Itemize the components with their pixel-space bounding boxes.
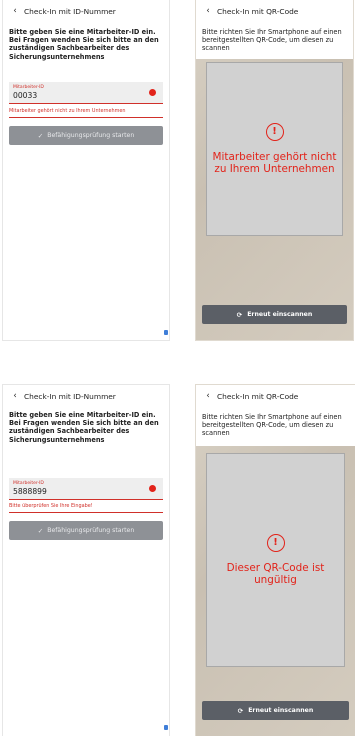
instructions-text: Bitte richten Sie Ihr Smartphone auf ein… bbox=[196, 22, 353, 59]
id-checkin-screen-1: ‹ Check-In mit ID-Nummer Bitte geben Sie… bbox=[3, 0, 169, 340]
start-qualification-check-button[interactable]: ✓ Befähigungsprüfung starten bbox=[9, 126, 163, 145]
back-chevron-icon[interactable]: ‹ bbox=[6, 6, 24, 16]
header: ‹ Check-In mit QR-Code bbox=[196, 385, 355, 407]
scan-error-message: Dieser QR-Code ist ungültig bbox=[226, 561, 325, 587]
error-divider bbox=[9, 117, 163, 118]
header: ‹ Check-In mit ID-Nummer bbox=[3, 385, 169, 407]
header: ‹ Check-In mit ID-Nummer bbox=[3, 0, 169, 22]
field-label: Mitarbeiter-ID bbox=[13, 481, 44, 486]
error-message: Mitarbeiter gehört nicht zu Ihrem Untern… bbox=[9, 108, 126, 114]
header: ‹ Check-In mit QR-Code bbox=[196, 0, 353, 22]
qr-scan-area: ! Dieser QR-Code ist ungültig bbox=[206, 453, 345, 667]
employee-id-value: 00033 bbox=[13, 91, 38, 100]
error-message: Bitte überprüfen Sie Ihre Eingabe! bbox=[9, 503, 93, 509]
employee-id-field[interactable]: Mitarbeiter-ID 5888899 bbox=[9, 478, 163, 500]
start-qualification-check-button[interactable]: ✓ Befähigungsprüfung starten bbox=[9, 521, 163, 540]
back-chevron-icon[interactable]: ‹ bbox=[199, 391, 217, 401]
rescan-button[interactable]: ⟳ Erneut einscannen bbox=[202, 305, 347, 324]
qr-checkin-screen-2: ‹ Check-In mit QR-Code Bitte richten Sie… bbox=[196, 385, 355, 736]
employee-id-value: 5888899 bbox=[13, 487, 47, 496]
qr-checkin-screen-1: ‹ Check-In mit QR-Code Bitte richten Sie… bbox=[196, 0, 353, 340]
back-chevron-icon[interactable]: ‹ bbox=[199, 6, 217, 16]
alert-icon: ! bbox=[266, 533, 285, 552]
page-title: Check-In mit ID-Nummer bbox=[24, 391, 116, 401]
page-title: Check-In mit QR-Code bbox=[217, 391, 299, 401]
instructions-text: Bitte geben Sie eine Mitarbeiter-ID ein.… bbox=[9, 28, 159, 61]
button-label: Erneut einscannen bbox=[248, 707, 314, 714]
page-title: Check-In mit QR-Code bbox=[217, 6, 299, 16]
error-icon bbox=[149, 485, 156, 492]
scroll-indicator bbox=[164, 330, 168, 335]
scan-error-message: Mitarbeiter gehört nicht zu Ihrem Untern… bbox=[212, 150, 337, 176]
check-icon: ✓ bbox=[37, 131, 44, 140]
qr-scan-area: ! Mitarbeiter gehört nicht zu Ihrem Unte… bbox=[206, 62, 343, 236]
id-checkin-screen-2: ‹ Check-In mit ID-Nummer Bitte geben Sie… bbox=[3, 385, 169, 736]
instructions-text: Bitte geben Sie eine Mitarbeiter-ID ein.… bbox=[9, 411, 159, 444]
refresh-icon: ⟳ bbox=[236, 310, 243, 319]
error-divider bbox=[9, 512, 163, 513]
employee-id-field[interactable]: Mitarbeiter-ID 00033 bbox=[9, 82, 163, 104]
scroll-indicator bbox=[164, 725, 168, 730]
button-label: Erneut einscannen bbox=[247, 311, 313, 318]
button-label: Befähigungsprüfung starten bbox=[47, 527, 135, 534]
field-label: Mitarbeiter-ID bbox=[13, 85, 44, 90]
alert-icon: ! bbox=[265, 122, 284, 141]
button-label: Befähigungsprüfung starten bbox=[47, 132, 135, 139]
page-title: Check-In mit ID-Nummer bbox=[24, 6, 116, 16]
check-icon: ✓ bbox=[37, 526, 44, 535]
instructions-text: Bitte richten Sie Ihr Smartphone auf ein… bbox=[196, 407, 355, 446]
rescan-button[interactable]: ⟳ Erneut einscannen bbox=[202, 701, 349, 720]
error-icon bbox=[149, 89, 156, 96]
back-chevron-icon[interactable]: ‹ bbox=[6, 391, 24, 401]
refresh-icon: ⟳ bbox=[237, 706, 244, 715]
